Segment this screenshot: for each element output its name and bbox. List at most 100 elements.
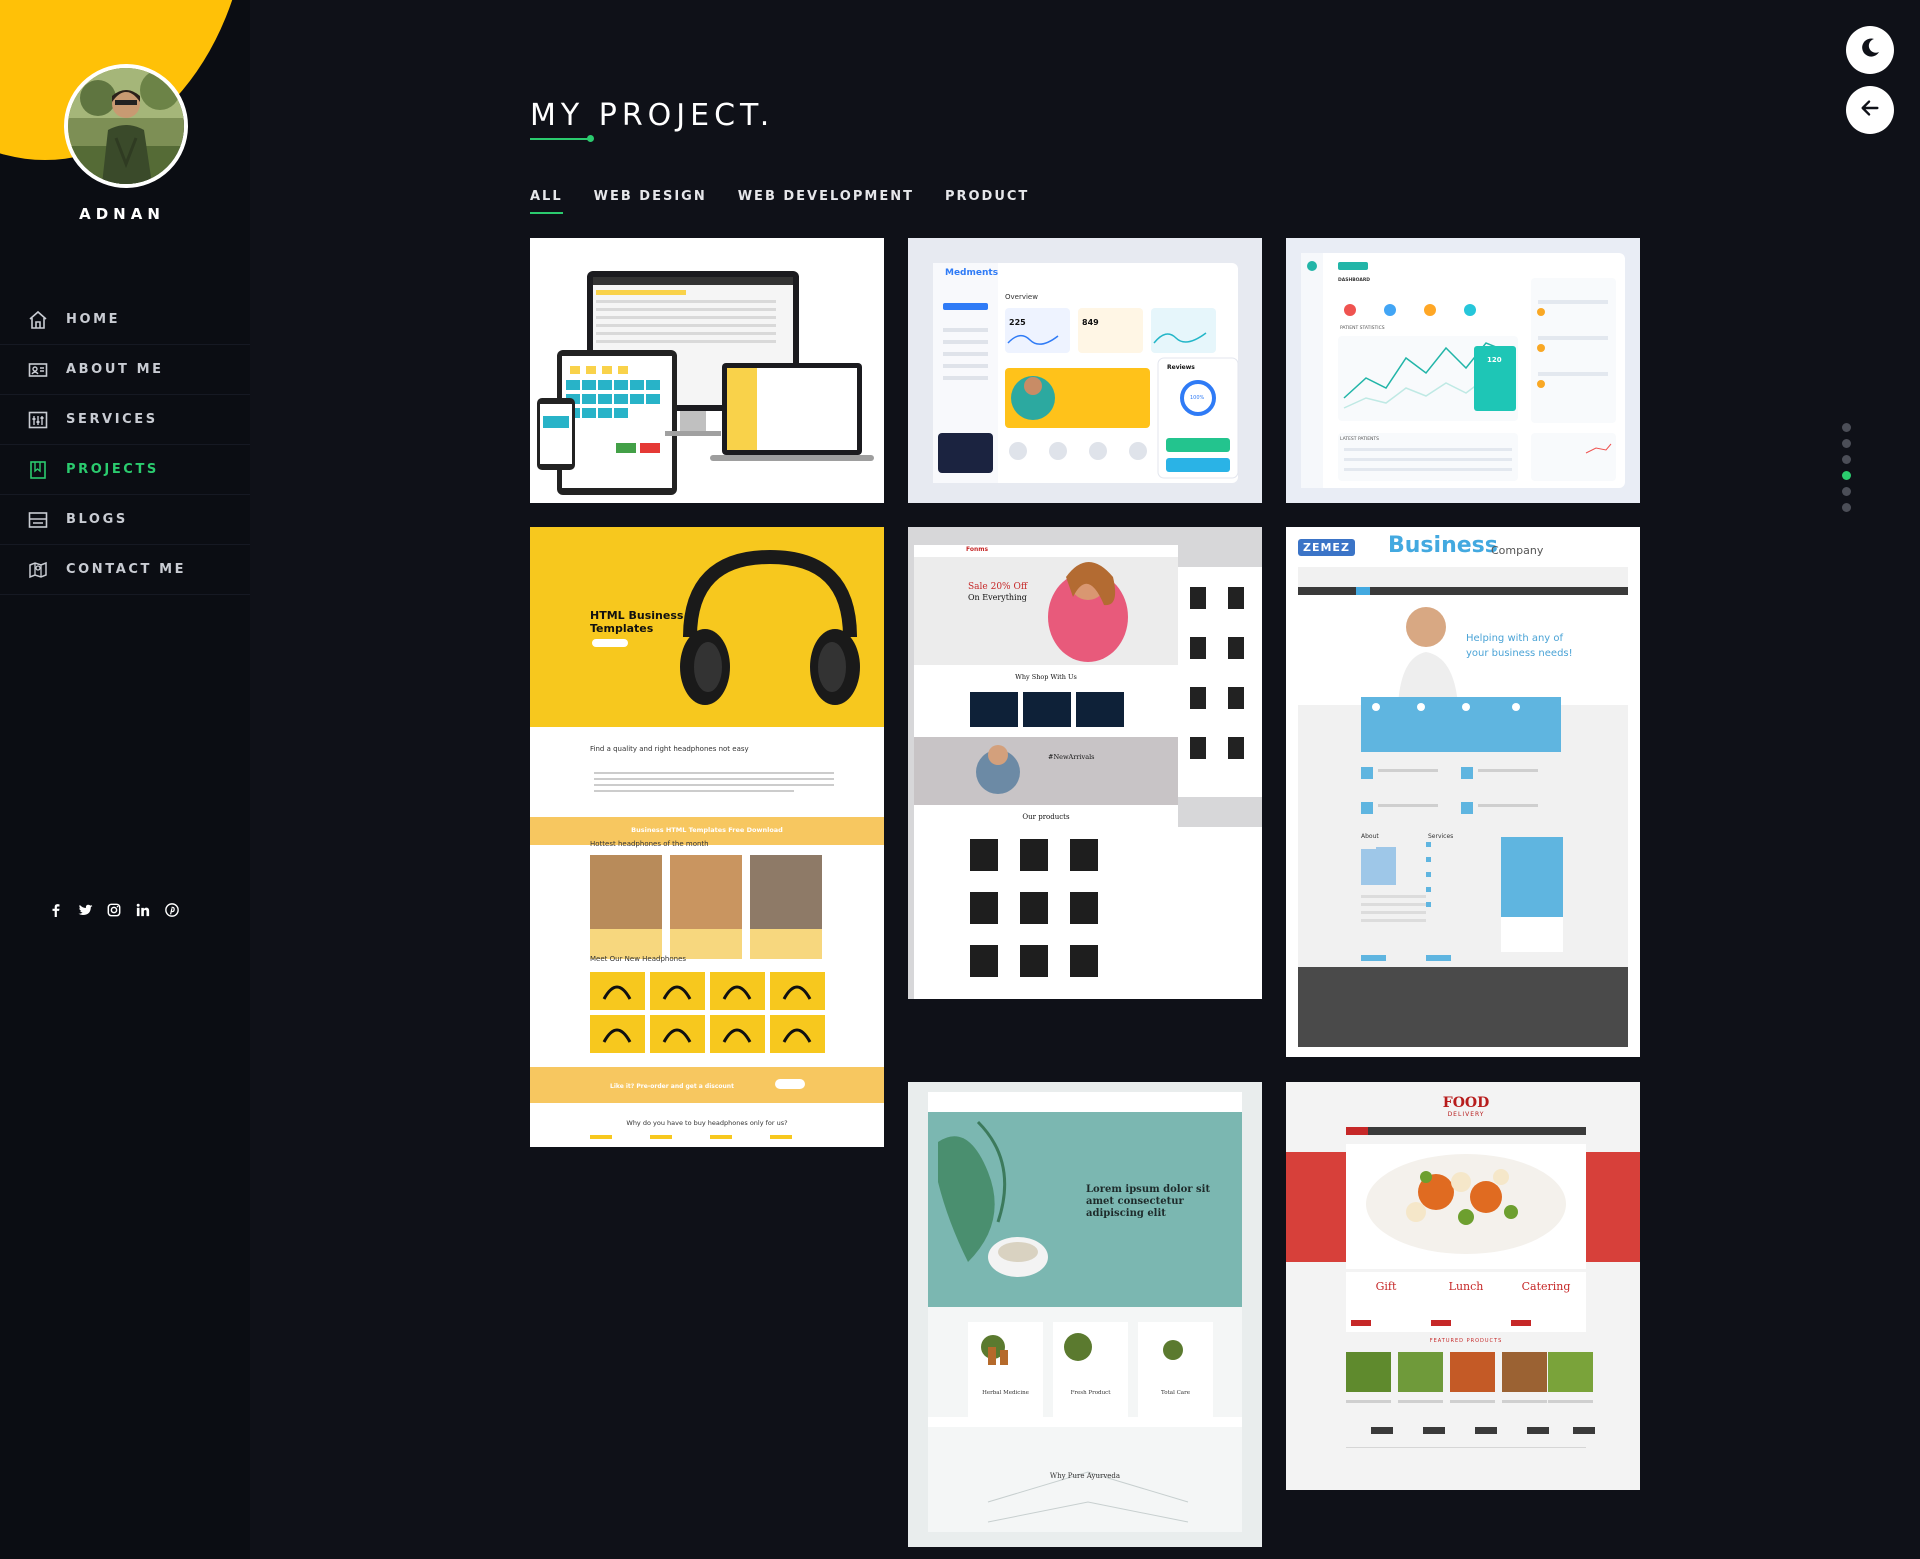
arrow-left-icon: [1859, 97, 1881, 123]
pagination-dot[interactable]: [1842, 503, 1851, 512]
nav-item-contact-me[interactable]: CONTACT ME: [0, 545, 250, 595]
fashion-brand: Fonms: [966, 546, 989, 553]
nav-label-home: HOME: [66, 312, 121, 327]
medments-score: 100%: [1190, 395, 1205, 401]
pagination-dot[interactable]: [1842, 455, 1851, 464]
nav-label-contact-me: CONTACT ME: [66, 562, 187, 577]
fashion-why: Why Shop With Us: [1015, 673, 1077, 681]
nav-item-blogs[interactable]: BLOGS: [0, 495, 250, 545]
project-thumbnail-headphones: [530, 527, 884, 1147]
headphones-intro: Find a quality and right headphones not …: [590, 745, 749, 753]
headphones-section-1: Hottest headphones of the month: [590, 840, 709, 848]
headphones-headline: HTML Business Templates: [590, 609, 684, 635]
pagination-dot[interactable]: [1842, 423, 1851, 432]
dashboard-heading: DASHBOARD: [1338, 278, 1371, 283]
blog-icon: [28, 510, 48, 530]
fashion-products: Our products: [1022, 813, 1070, 821]
business-subtitle: Company: [1491, 544, 1544, 557]
profile-name: ADNAN: [79, 205, 165, 223]
theme-toggle-button[interactable]: [1846, 26, 1894, 74]
nav-label-blogs: BLOGS: [66, 512, 128, 527]
business-badge: ZEMEZ: [1298, 539, 1355, 556]
dashboard-section: PATIENT STATISTICS: [1340, 326, 1385, 331]
dashboard-list: LATEST PATIENTS: [1340, 437, 1380, 442]
dashboard-value: 120: [1487, 356, 1502, 364]
project-card-fashion-store[interactable]: Fonms Sale 20% Off On Everything Why Sho…: [908, 527, 1262, 999]
business-tagline-2: your business needs!: [1466, 648, 1573, 659]
food-subtitle: DELIVERY: [1447, 1111, 1485, 1118]
project-thumbnail-pos: [530, 238, 884, 503]
project-thumbnail-fashion: [908, 527, 1262, 999]
page-title: MY PROJECT.: [530, 98, 775, 133]
medments-stat-2: 849: [1082, 318, 1099, 327]
pagination-dot-active[interactable]: [1842, 471, 1851, 480]
ayurveda-product-1: Herbal Medicine: [982, 1390, 1029, 1396]
food-title: FOOD: [1442, 1095, 1490, 1111]
services-icon: [28, 410, 48, 430]
section-pagination-dots: [1842, 423, 1851, 519]
twitter-icon[interactable]: [77, 902, 93, 918]
project-filter-tabs: ALL WEB DESIGN WEB DEVELOPMENT PRODUCT: [530, 189, 1029, 214]
ayurveda-headline-3: adipiscing elit: [1086, 1208, 1166, 1219]
nav-label-projects: PROJECTS: [66, 462, 159, 477]
title-underline-dot: [587, 135, 594, 142]
medments-stat-1: 225: [1009, 318, 1026, 327]
ayurveda-product-3: Total Care: [1161, 1390, 1190, 1396]
fashion-arrivals: #NewArrivals: [1048, 753, 1095, 761]
map-icon: [28, 560, 48, 580]
pagination-dot[interactable]: [1842, 439, 1851, 448]
ayurveda-product-2: Fresh Product: [1070, 1390, 1111, 1396]
project-card-dashboard[interactable]: DASHBOARD PATIENT STATISTICS 120 LATEST …: [1286, 238, 1640, 503]
headphones-promo: Like it? Pre-order and get a discount: [610, 1083, 734, 1090]
ayurveda-headline-1: Lorem ipsum dolor sit: [1086, 1184, 1211, 1195]
tab-all[interactable]: ALL: [530, 189, 563, 214]
ayurveda-headline-2: amet consectetur: [1086, 1196, 1184, 1207]
business-about: About: [1361, 833, 1379, 840]
headphones-question: Why do you have to buy headphones only f…: [626, 1119, 788, 1127]
project-card-food-delivery[interactable]: FOOD DELIVERY Gift Lunch Catering FEATUR…: [1286, 1082, 1640, 1490]
food-box-lunch: Lunch: [1448, 1280, 1484, 1293]
ayurveda-why: Why Pure Ayurveda: [1049, 1472, 1121, 1480]
project-card-business-company[interactable]: ZEMEZ Business Company Helping with any …: [1286, 527, 1640, 1057]
nav-item-about-me[interactable]: ABOUT ME: [0, 345, 250, 395]
pagination-dot[interactable]: [1842, 487, 1851, 496]
business-tagline-1: Helping with any of: [1466, 633, 1564, 644]
nav-item-projects[interactable]: PROJECTS: [0, 445, 250, 495]
linkedin-icon[interactable]: [135, 902, 151, 918]
fashion-promo-2: On Everything: [968, 593, 1027, 602]
medments-brand: Medments: [945, 268, 999, 278]
nav-item-services[interactable]: SERVICES: [0, 395, 250, 445]
home-icon: [28, 310, 48, 330]
nav-label-about-me: ABOUT ME: [66, 362, 164, 377]
id-card-icon: [28, 360, 48, 380]
ayurveda-headline: Lorem ipsum dolor sit amet consectetur a…: [1086, 1184, 1226, 1220]
tab-product[interactable]: PRODUCT: [945, 189, 1029, 214]
project-card-headphones[interactable]: HTML Business Templates Find a quality a…: [530, 527, 884, 1147]
back-button[interactable]: [1846, 86, 1894, 134]
medments-reviews: Reviews: [1167, 364, 1195, 371]
project-card-ayurveda[interactable]: Lorem ipsum dolor sit amet consectetur a…: [908, 1082, 1262, 1547]
food-box-gift: Gift: [1375, 1280, 1397, 1293]
tab-web-development[interactable]: WEB DEVELOPMENT: [738, 189, 914, 214]
pinterest-icon[interactable]: [164, 902, 180, 918]
title-underline: [530, 138, 590, 140]
nav-label-services: SERVICES: [66, 412, 158, 427]
bookmark-icon: [28, 460, 48, 480]
headphones-banner: Business HTML Templates Free Download: [631, 826, 783, 834]
nav-item-home[interactable]: HOME: [0, 295, 250, 345]
social-links: [48, 902, 180, 918]
tab-web-design[interactable]: WEB DESIGN: [594, 189, 707, 214]
project-card-medments[interactable]: Medments Overview 225 849 Reviews 100%: [908, 238, 1262, 503]
main-nav: HOME ABOUT ME SERVICES PROJECTS BLOGS CO…: [0, 295, 250, 595]
avatar: [64, 64, 188, 188]
instagram-icon[interactable]: [106, 902, 122, 918]
project-thumbnail-business: [1286, 527, 1640, 1057]
fashion-promo-1: Sale 20% Off: [968, 582, 1028, 592]
sidebar: ADNAN HOME ABOUT ME SERVICES PROJECTS BL…: [0, 0, 250, 1559]
business-title: Business: [1388, 533, 1498, 558]
project-card-pos-devices[interactable]: [530, 238, 884, 503]
business-services: Services: [1428, 833, 1454, 840]
facebook-icon[interactable]: [48, 902, 64, 918]
moon-icon: [1858, 36, 1882, 64]
medments-overview: Overview: [1005, 293, 1038, 301]
